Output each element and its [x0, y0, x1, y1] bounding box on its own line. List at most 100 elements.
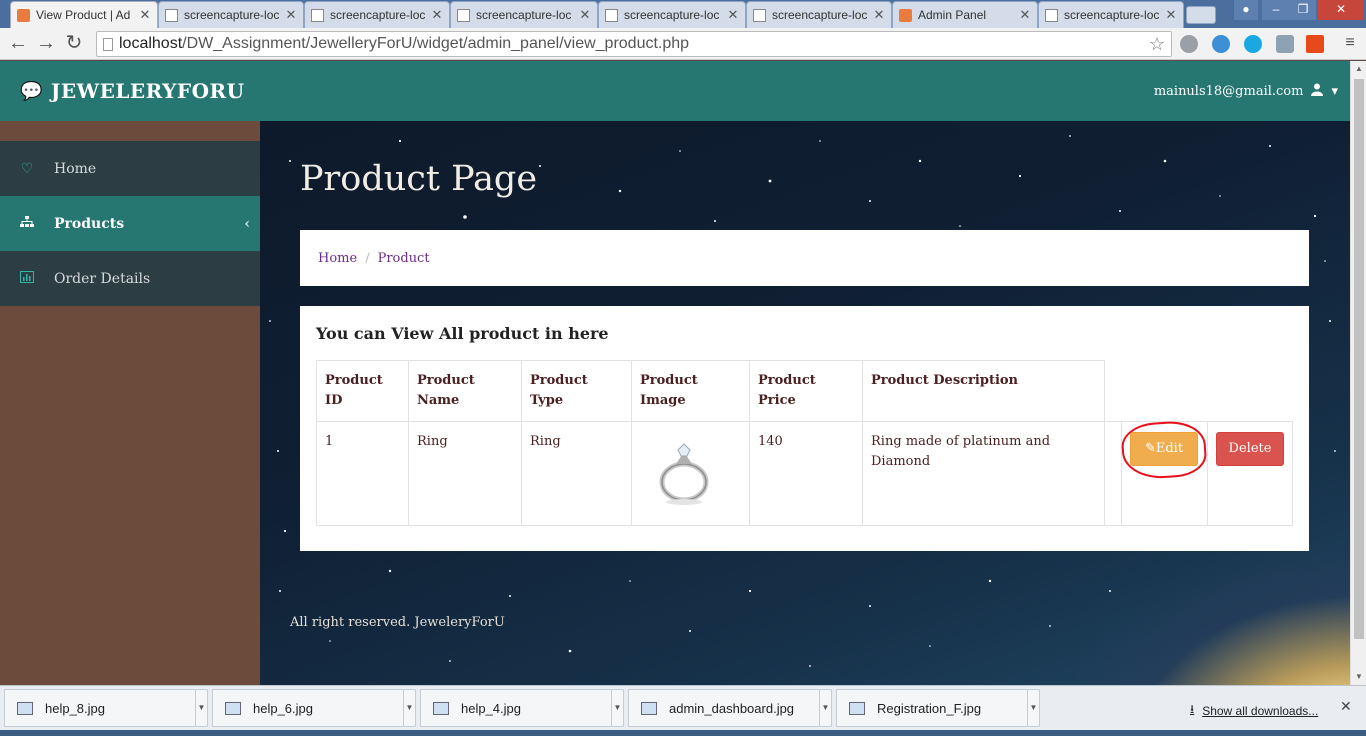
footer-text: All right reserved. JeweleryForU: [290, 615, 505, 630]
download-filename: help_8.jpg: [45, 700, 105, 716]
os-taskbar: [0, 730, 1366, 736]
breadcrumb-home-link[interactable]: Home: [318, 251, 357, 266]
close-icon[interactable]: ✕: [871, 7, 887, 23]
xampp-icon: [899, 8, 912, 22]
user-icon[interactable]: ●: [1234, 0, 1258, 20]
sidebar-item-label: Home: [54, 160, 97, 177]
office-icon[interactable]: [1306, 35, 1324, 53]
scrollbar-thumb[interactable]: [1354, 79, 1364, 639]
user-icon: [1311, 83, 1324, 100]
cell-product-image: [631, 421, 750, 526]
app-header: 💬 JEWELERYFORU mainuls18@gmail.com ▾: [0, 61, 1350, 121]
edit-icon: ✎: [1144, 441, 1156, 456]
column-header-blank: [1122, 361, 1208, 422]
breadcrumb-product-link[interactable]: Product: [378, 251, 430, 266]
close-icon[interactable]: ✕: [1017, 7, 1033, 23]
show-all-downloads-link[interactable]: ⭳ Show all downloads...: [1190, 700, 1318, 721]
browser-tab[interactable]: View Product | Ad ✕: [10, 1, 158, 28]
chevron-down-icon[interactable]: ▼: [1027, 689, 1039, 727]
bar-chart-icon: [0, 270, 54, 287]
ring-image: [659, 443, 709, 505]
column-header-product-id: Product ID: [316, 360, 409, 422]
column-header-product-type: Product Type: [521, 360, 632, 422]
doc-icon: [753, 8, 766, 22]
column-header-product-name: Product Name: [408, 360, 522, 422]
url-path: /DW_Assignment/JewelleryForU/widget/admi…: [182, 35, 690, 52]
browser-tab[interactable]: screencapture-loc ✕: [450, 1, 598, 28]
browser-tab[interactable]: Admin Panel ✕: [892, 1, 1038, 28]
download-item[interactable]: admin_dashboard.jpg ▼: [628, 689, 832, 727]
cell-blank: [1104, 421, 1122, 526]
tab-label: screencapture-loc: [184, 8, 280, 22]
edit-button[interactable]: ✎Edit: [1130, 432, 1198, 466]
download-filename: admin_dashboard.jpg: [669, 700, 795, 716]
cell-product-description: Ring made of platinum and Diamond: [862, 421, 1105, 526]
close-icon[interactable]: ✕: [429, 7, 445, 23]
download-item[interactable]: help_6.jpg ▼: [212, 689, 416, 727]
browser-tab[interactable]: screencapture-loc ✕: [304, 1, 450, 28]
close-icon[interactable]: ✕: [577, 7, 593, 23]
download-icon: ⭳: [1190, 702, 1195, 716]
tab-label: Admin Panel: [918, 8, 987, 22]
close-icon[interactable]: ✕: [1340, 698, 1352, 715]
chevron-down-icon[interactable]: ▼: [195, 689, 207, 727]
xampp-icon: [17, 8, 30, 22]
download-filename: help_4.jpg: [461, 700, 521, 716]
close-icon[interactable]: ✕: [1163, 7, 1179, 23]
reload-icon[interactable]: ↻: [62, 32, 86, 56]
brand-logo[interactable]: 💬 JEWELERYFORU: [20, 79, 245, 103]
doc-icon: [1045, 8, 1058, 22]
chevron-down-icon[interactable]: ▼: [403, 689, 415, 727]
image-file-icon: [641, 701, 657, 715]
download-item[interactable]: help_8.jpg ▼: [4, 689, 208, 727]
chevron-down-icon[interactable]: ▼: [611, 689, 623, 727]
sidebar-item-order-details[interactable]: Order Details: [0, 251, 260, 306]
table-row: 1 Ring Ring 140 Ring made of platinum an…: [316, 419, 1293, 526]
browser-tab[interactable]: screencapture-loc ✕: [158, 1, 304, 28]
address-bar[interactable]: localhost/DW_Assignment/JewelleryForU/wi…: [96, 31, 1172, 57]
window-close-button[interactable]: ✕: [1318, 0, 1364, 20]
scroll-down-arrow-icon[interactable]: ▼: [1351, 669, 1366, 685]
cell-product-id: 1: [316, 421, 409, 526]
close-icon[interactable]: ✕: [137, 7, 153, 23]
brand-name: JEWELERYFORU: [50, 79, 245, 103]
sidebar: ♡ Home Products ‹ Order Details: [0, 121, 260, 685]
browser-tab-strip: View Product | Ad ✕ screencapture-loc ✕ …: [0, 0, 1366, 28]
vertical-scrollbar[interactable]: ▲ ▼: [1350, 61, 1366, 685]
skype-icon[interactable]: [1244, 35, 1262, 53]
back-icon[interactable]: ←: [6, 32, 30, 56]
browser-tab[interactable]: screencapture-loc ✕: [1038, 1, 1184, 28]
forward-icon[interactable]: →: [34, 32, 58, 56]
chevron-down-icon[interactable]: ▼: [819, 689, 831, 727]
user-email: mainuls18@gmail.com: [1153, 84, 1304, 99]
url-host: localhost: [119, 35, 183, 52]
page-title: Product Page: [300, 159, 538, 199]
cell-edit-action: ✎Edit: [1120, 419, 1208, 526]
user-menu[interactable]: mainuls18@gmail.com ▾: [1154, 83, 1338, 100]
show-all-label: Show all downloads...: [1202, 703, 1319, 718]
table-header-row: Product ID Product Name Product Type Pro…: [316, 360, 1293, 422]
sidebar-item-products[interactable]: Products ‹: [0, 196, 260, 251]
globe-icon[interactable]: [1212, 35, 1230, 53]
browser-tab[interactable]: screencapture-loc ✕: [598, 1, 746, 28]
maximize-button[interactable]: ❐: [1290, 0, 1316, 20]
extension-icon[interactable]: [1180, 35, 1198, 53]
download-item[interactable]: help_4.jpg ▼: [420, 689, 624, 727]
page-icon: [103, 38, 113, 51]
download-filename: Registration_F.jpg: [877, 700, 982, 716]
card-title: You can View All product in here: [316, 324, 609, 343]
sidebar-item-home[interactable]: ♡ Home: [0, 141, 260, 196]
close-icon[interactable]: ✕: [725, 7, 741, 23]
new-tab-button[interactable]: [1186, 6, 1216, 24]
browser-tab[interactable]: screencapture-loc ✕: [746, 1, 892, 28]
sidebar-item-label: Order Details: [54, 270, 151, 287]
menu-icon[interactable]: ≡: [1338, 32, 1362, 56]
bookmark-star-icon[interactable]: ☆: [1149, 32, 1165, 56]
close-icon[interactable]: ✕: [283, 7, 299, 23]
delete-button[interactable]: Delete: [1216, 432, 1284, 466]
product-table: Product ID Product Name Product Type Pro…: [316, 360, 1293, 526]
scroll-up-arrow-icon[interactable]: ▲: [1351, 61, 1366, 77]
camera-icon[interactable]: [1276, 35, 1294, 53]
minimize-button[interactable]: –: [1262, 0, 1290, 20]
download-item[interactable]: Registration_F.jpg ▼: [836, 689, 1040, 727]
